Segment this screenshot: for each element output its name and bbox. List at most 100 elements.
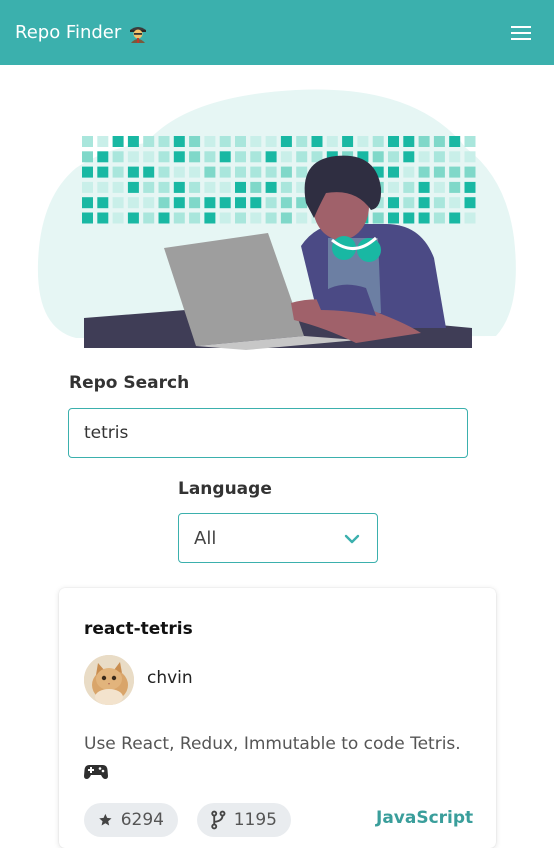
mosaic-tile [388,181,399,193]
mosaic-tile [173,136,185,147]
mosaic-tile [296,212,308,224]
mosaic-tile [250,151,262,163]
mosaic-tile [372,212,384,224]
repo-search-input[interactable] [68,408,468,458]
mosaic-tile [449,136,461,147]
mosaic-tile [449,197,461,209]
mosaic-tile [158,212,170,224]
mosaic-tile [143,136,155,147]
mosaic-tile [235,197,246,209]
mosaic-tile [204,151,216,163]
mosaic-tile [388,197,399,209]
language-label: Language [178,479,272,499]
mosaic-tile [189,212,201,224]
mosaic-tile [403,197,415,209]
mosaic-tile [388,151,399,163]
mosaic-tile [388,212,399,224]
repo-owner: chvin [147,668,193,688]
mosaic-tile [280,136,292,147]
repo-search-label: Repo Search [69,373,190,393]
mosaic-tile [127,166,139,178]
mosaic-tile [219,151,231,163]
mosaic-tile [127,212,139,224]
mosaic-tile [82,181,93,193]
mosaic-tile [97,151,109,163]
mosaic-tile [158,166,170,178]
mosaic-tile [357,136,369,147]
developer-at-laptop-illustration [37,89,516,350]
mosaic-tile [342,136,354,147]
forks-count: 1195 [233,810,277,830]
mosaic-tile [296,151,308,163]
mosaic-tile [189,136,201,147]
mosaic-tile [112,212,124,224]
mosaic-tile [449,181,461,193]
mosaic-tile [280,181,292,193]
mosaic-tile [204,212,216,224]
mosaic-tile [265,197,277,209]
star-icon [99,813,112,826]
mosaic-tile [388,166,399,178]
mosaic-tile [82,136,93,147]
mosaic-tile [143,151,155,163]
mosaic-tile [235,136,246,147]
mosaic-tile [158,136,170,147]
mosaic-tile [143,181,155,193]
mosaic-tile [82,151,93,163]
mosaic-tile [127,181,139,193]
mosaic-tile [97,136,109,147]
mosaic-tile [173,166,185,178]
chevron-down-icon [344,534,360,544]
navbar: Repo Finder [0,0,554,65]
mosaic-tile [189,181,201,193]
mosaic-tile [219,166,231,178]
hamburger-icon[interactable] [507,22,537,44]
mosaic-tile [219,181,231,193]
mosaic-tile [189,197,201,209]
avatar [84,655,134,705]
mosaic-tile [418,212,430,224]
mosaic-tile [158,181,170,193]
language-select[interactable]: All [178,513,378,563]
brand-link[interactable]: Repo Finder [15,21,149,43]
mosaic-tile [296,136,308,147]
mosaic-tile [112,151,124,163]
mosaic-tile [173,212,185,224]
mosaic-tile [403,136,415,147]
mosaic-tile [204,181,216,193]
mosaic-tile [235,151,246,163]
mosaic-tile [464,212,476,224]
mosaic-tile [204,136,216,147]
mosaic-tile [219,212,231,224]
mosaic-tile [388,136,399,147]
detective-icon [130,27,147,43]
forks-badge: 1195 [197,803,291,837]
cat-avatar-image [84,655,134,705]
mosaic-tile [464,181,476,193]
mosaic-tile [219,136,231,147]
mosaic-tile [127,197,139,209]
mosaic-tile [250,181,262,193]
repo-description-text: Use React, Redux, Immutable to code Tetr… [84,734,461,754]
repo-card: react-tetris chvin Use React, Redux, Imm… [59,588,496,848]
mosaic-tile [418,181,430,193]
mosaic-tile [433,197,445,209]
mosaic-tile [326,136,338,147]
mosaic-tile [204,197,216,209]
mosaic-tile [464,197,476,209]
mosaic-tile [464,151,476,163]
mosaic-tile [173,181,185,193]
mosaic-tile [173,151,185,163]
mosaic-tile [82,197,93,209]
mosaic-tile [112,197,124,209]
mosaic-tile [403,151,415,163]
mosaic-tile [97,181,109,193]
mosaic-tile [296,166,308,178]
repo-name-link[interactable]: react-tetris [84,619,193,639]
mosaic-tile [433,166,445,178]
mosaic-tile [464,136,476,147]
brand-title: Repo Finder [15,21,122,43]
stars-badge: 6294 [84,803,178,837]
mosaic-tile [143,166,155,178]
repo-description: Use React, Redux, Immutable to code Tetr… [84,730,479,780]
